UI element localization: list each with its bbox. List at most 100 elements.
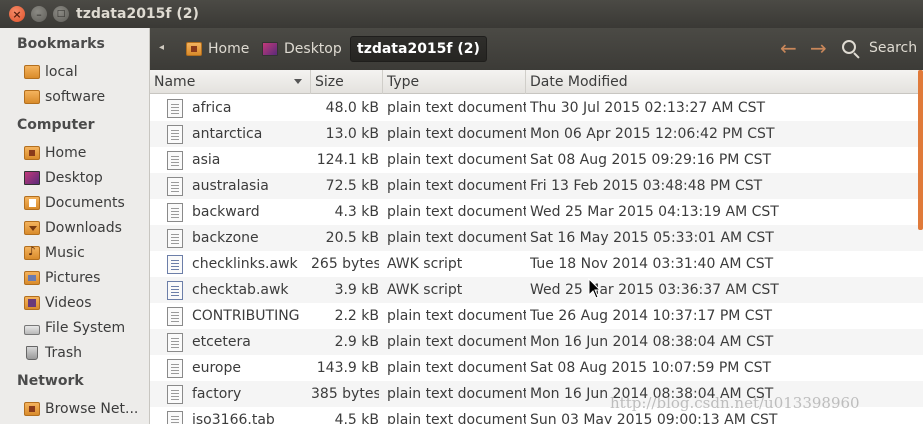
breadcrumb-label: tzdata2015f (2) — [357, 41, 480, 57]
column-header-type[interactable]: Type — [383, 70, 526, 94]
table-row[interactable]: etcetera 2.9 kB plain text document Mon 16 … — [150, 329, 923, 355]
table-row[interactable]: asia 124.1 kB plain text document Sat 08 Au… — [150, 147, 923, 173]
breadcrumb-home[interactable]: Home — [180, 36, 255, 62]
cell-size: 2.9 kB — [334, 334, 379, 350]
scrollbar-thumb[interactable] — [918, 70, 923, 230]
cell-type: plain text document — [387, 386, 526, 402]
desktop-icon — [24, 171, 40, 185]
sidebar-item-browse-network[interactable]: Browse Net... — [24, 398, 148, 420]
back-arrow-icon[interactable]: ← — [780, 38, 797, 58]
cell-type: AWK script — [387, 282, 463, 298]
maximize-window-button[interactable]: □ — [53, 6, 69, 22]
file-list: Name Size Type Date Modified africa 48.0 … — [150, 70, 923, 424]
table-row[interactable]: africa 48.0 kB plain text document Thu 30 J… — [150, 95, 923, 121]
sidebar-item-local[interactable]: local — [24, 61, 148, 83]
breadcrumb-desktop[interactable]: Desktop — [256, 36, 348, 62]
cell-size: 72.5 kB — [325, 178, 379, 194]
table-row[interactable]: CONTRIBUTING 2.2 kB plain text document Tue… — [150, 303, 923, 329]
sidebar-item-music[interactable]: Music — [24, 242, 148, 264]
table-row[interactable]: checklinks.awk 265 bytes AWK script Tue 18 … — [150, 251, 923, 277]
sidebar-heading-network: Network — [17, 373, 84, 389]
text-file-icon — [167, 177, 183, 196]
trash-icon — [26, 346, 38, 360]
home-folder-icon — [24, 146, 40, 160]
cell-name: backward — [192, 204, 260, 220]
column-header-label: Date Modified — [530, 74, 628, 90]
cell-size: 265 bytes — [311, 256, 379, 272]
cell-name: checktab.awk — [192, 282, 289, 298]
sidebar-item-file-system[interactable]: File System — [24, 317, 148, 339]
breadcrumb-current-folder[interactable]: tzdata2015f (2) — [350, 36, 487, 62]
cell-name: checklinks.awk — [192, 256, 298, 272]
sidebar-item-downloads[interactable]: Downloads — [24, 217, 148, 239]
column-header-row: Name Size Type Date Modified — [150, 70, 923, 94]
sidebar-item-desktop[interactable]: Desktop — [24, 167, 148, 189]
cell-date-modified: Thu 30 Jul 2015 02:13:27 AM CST — [530, 100, 766, 116]
cell-type: plain text document — [387, 360, 526, 376]
breadcrumb-label: Desktop — [284, 41, 342, 57]
cell-type: plain text document — [387, 152, 526, 168]
breadcrumb-scroll-left-icon[interactable]: ◂ — [159, 42, 164, 53]
watermark-text: http://blog.csdn.net/u013398960 — [610, 394, 860, 412]
cell-date-modified: Tue 18 Nov 2014 03:31:40 AM CST — [530, 256, 774, 272]
table-row[interactable]: australasia 72.5 kB plain text document Fri… — [150, 173, 923, 199]
cell-type: plain text document — [387, 412, 526, 424]
minimize-window-button[interactable]: – — [31, 6, 47, 22]
column-header-size[interactable]: Size — [311, 70, 383, 94]
table-row[interactable]: antarctica 13.0 kB plain text document Mon … — [150, 121, 923, 147]
sidebar-item-label: Browse Net... — [45, 401, 139, 417]
pictures-folder-icon — [24, 271, 40, 285]
text-file-icon — [167, 359, 183, 378]
cell-type: plain text document — [387, 334, 526, 350]
videos-folder-icon — [24, 296, 40, 310]
text-file-icon — [167, 411, 183, 424]
cell-name: backzone — [192, 230, 259, 246]
table-row[interactable]: backzone 20.5 kB plain text document Sat 16… — [150, 225, 923, 251]
maximize-icon: □ — [56, 8, 66, 19]
table-row[interactable]: backward 4.3 kB plain text document Wed 25 … — [150, 199, 923, 225]
close-window-button[interactable]: × — [9, 6, 25, 22]
title-bar: × – □ tzdata2015f (2) — [0, 0, 923, 28]
sidebar-item-label: Trash — [45, 345, 82, 361]
cell-size: 143.9 kB — [316, 360, 379, 376]
script-file-icon — [167, 255, 183, 274]
cell-type: plain text document — [387, 126, 526, 142]
cell-date-modified: Sat 16 May 2015 05:33:01 AM CST — [530, 230, 774, 246]
sidebar-item-label: Documents — [45, 195, 125, 211]
search-button[interactable]: Search — [869, 40, 917, 56]
sidebar-heading-bookmarks: Bookmarks — [17, 36, 105, 52]
cell-size: 385 bytes — [311, 386, 379, 402]
close-icon: × — [12, 7, 22, 21]
forward-arrow-icon[interactable]: → — [810, 38, 827, 58]
column-header-name[interactable]: Name — [150, 70, 311, 94]
cell-name: etcetera — [192, 334, 251, 350]
network-folder-icon — [24, 402, 40, 416]
text-file-icon — [167, 307, 183, 326]
cell-size: 2.2 kB — [334, 308, 379, 324]
column-header-label: Type — [387, 74, 420, 90]
search-icon[interactable] — [842, 40, 856, 54]
sidebar-item-videos[interactable]: Videos — [24, 292, 148, 314]
cell-date-modified: Mon 16 Jun 2014 08:38:04 AM CST — [530, 334, 774, 350]
sidebar-item-label: Home — [45, 145, 87, 161]
cell-size: 48.0 kB — [325, 100, 379, 116]
home-folder-icon — [186, 42, 202, 56]
breadcrumb-label: Home — [208, 41, 250, 57]
column-header-date-modified[interactable]: Date Modified — [526, 70, 923, 94]
table-row[interactable]: checktab.awk 3.9 kB AWK script Wed 25 Mar 2… — [150, 277, 923, 303]
sidebar-item-pictures[interactable]: Pictures — [24, 267, 148, 289]
table-row[interactable]: europe 143.9 kB plain text document Sat 08 … — [150, 355, 923, 381]
drive-icon — [24, 325, 40, 335]
column-header-label: Name — [154, 74, 196, 90]
sidebar-item-trash[interactable]: Trash — [24, 342, 148, 364]
sidebar-item-documents[interactable]: Documents — [24, 192, 148, 214]
cell-size: 4.3 kB — [334, 204, 379, 220]
sidebar-item-home[interactable]: Home — [24, 142, 148, 164]
cell-size: 20.5 kB — [325, 230, 379, 246]
cell-name: factory — [192, 386, 242, 402]
sidebar-item-label: software — [45, 89, 106, 105]
cell-type: plain text document — [387, 178, 526, 194]
cell-name: europe — [192, 360, 241, 376]
cell-name: CONTRIBUTING — [192, 308, 300, 324]
sidebar-item-software[interactable]: software — [24, 86, 148, 108]
